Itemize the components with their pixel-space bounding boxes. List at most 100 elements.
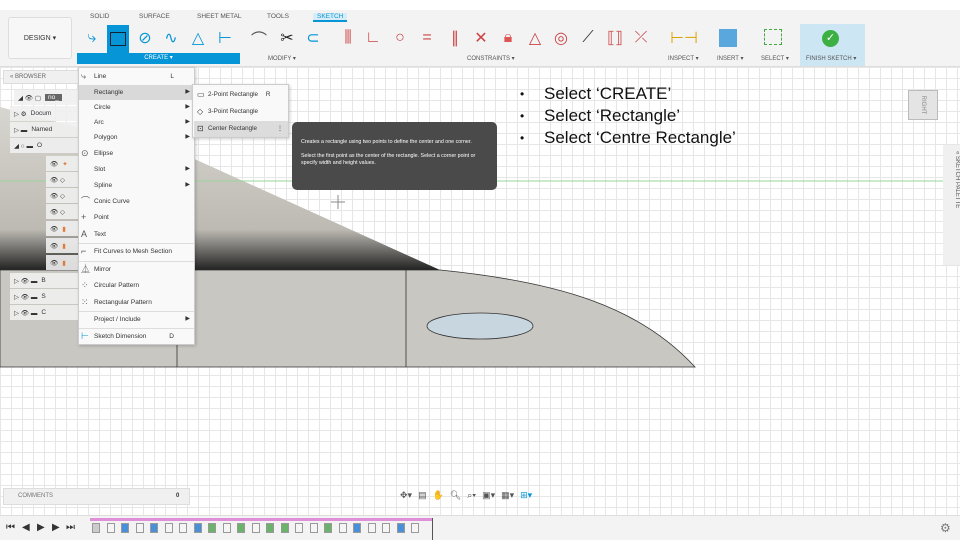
menu-item-ellipse[interactable]: ⊙ Ellipse <box>79 146 194 161</box>
menu-item-2-point-rectangle[interactable]: ▭ 2-Point Rectangle R <box>194 87 288 103</box>
timeline-feature-icon[interactable] <box>193 523 202 533</box>
browser-row-sketch[interactable]: 👁 ▮ <box>46 238 78 253</box>
timeline-feature-icon[interactable] <box>411 523 419 533</box>
look-at-icon[interactable]: ▤ <box>418 490 427 501</box>
timeline-feature-icon[interactable] <box>106 523 115 533</box>
menu-item-spline[interactable]: Spline ▶ <box>79 178 194 193</box>
spline-tool-icon[interactable]: ∿ <box>160 27 182 49</box>
offset-icon[interactable]: ⊂ <box>302 27 324 49</box>
timeline-feature-icon[interactable] <box>338 523 347 533</box>
timeline-feature-icon[interactable] <box>251 523 260 533</box>
menu-item-center-rectangle[interactable]: ⊡ Center Rectangle ⋮ <box>194 121 288 137</box>
go-to-end-icon[interactable]: ⏭ <box>66 522 75 533</box>
orbit-icon[interactable]: ✥▾ <box>400 490 412 501</box>
menu-item-conic-curve[interactable]: ⌒ Conic Curve <box>79 194 194 209</box>
menu-item-line[interactable]: ⤷ Line L <box>79 69 194 84</box>
create-dropdown[interactable]: CREATE ▾ <box>77 53 240 64</box>
timeline-feature-icon[interactable] <box>396 523 405 533</box>
timeline-feature-icon[interactable] <box>382 523 390 533</box>
timeline-feature-icon[interactable] <box>353 523 361 533</box>
symmetry-icon[interactable]: ⟦⟧ <box>604 27 626 49</box>
menu-item-arc[interactable]: Arc ▶ <box>79 115 194 130</box>
step-back-icon[interactable]: ◀ <box>22 522 30 533</box>
timeline-feature-icon[interactable] <box>295 523 303 533</box>
inspect-dropdown[interactable]: INSPECT ▾ <box>668 55 699 62</box>
comments-panel[interactable]: COMMENTS 0 <box>3 488 190 505</box>
parallel-icon[interactable]: ∥ <box>444 27 466 49</box>
menu-item-rectangle[interactable]: Rectangle ▶ <box>79 85 194 100</box>
browser-row-plane[interactable]: 👁 ◇ <box>46 188 78 203</box>
zoom-icon[interactable]: 🔍︎ <box>450 490 461 501</box>
menu-item-text[interactable]: A Text <box>79 227 194 242</box>
timeline-feature-icon[interactable] <box>266 523 274 533</box>
insert-dropdown[interactable]: INSERT ▾ <box>717 55 743 62</box>
browser-row-construction[interactable]: ▷ 👁 ▬ C <box>10 305 80 320</box>
view-cube[interactable]: RIGHT <box>908 90 938 120</box>
fit-icon[interactable]: ⌕▾ <box>467 490 476 501</box>
menu-item-mirror[interactable]: ⏅ Mirror <box>79 262 194 277</box>
timeline-feature-icon[interactable] <box>280 523 289 533</box>
midpoint-icon[interactable]: ⟋ <box>577 27 599 49</box>
menu-item-rectangular-pattern[interactable]: ⁙ Rectangular Pattern <box>79 295 194 310</box>
modify-dropdown[interactable]: MODIFY ▾ <box>268 55 296 62</box>
select-window-icon[interactable] <box>764 29 782 45</box>
tab-sketch[interactable]: SKETCH <box>313 13 348 22</box>
menu-item-point[interactable]: + Point <box>79 210 194 225</box>
viewports-icon[interactable]: ⊞▾ <box>520 490 532 501</box>
tab-solid[interactable]: SOLID <box>90 13 110 20</box>
timeline-feature-icon[interactable] <box>222 523 231 533</box>
constraints-dropdown[interactable]: CONSTRAINTS ▾ <box>467 55 515 62</box>
browser-row-named-views[interactable]: ▷ ▬ Named <box>10 122 80 137</box>
timeline-feature-icon[interactable] <box>179 523 187 533</box>
sketch-palette-tab[interactable]: « SKETCH PALETTE <box>943 145 960 265</box>
timeline-feature-icon[interactable] <box>92 523 100 533</box>
browser-row-plane[interactable]: 👁 ◇ <box>46 204 78 219</box>
timeline-feature-icon[interactable] <box>164 523 173 533</box>
menu-item-project-include[interactable]: Project / Include ▶ <box>79 312 194 327</box>
timeline-feature-icon[interactable] <box>135 523 144 533</box>
tangent-icon[interactable]: ○ <box>389 27 411 49</box>
lock-icon[interactable]: 🔒︎ <box>497 27 519 49</box>
measure-icon[interactable]: ⊢⊣ <box>670 27 698 49</box>
browser-row-sketch[interactable]: 👁 ▮ <box>46 221 78 236</box>
timeline-track[interactable] <box>90 518 433 521</box>
timeline-feature-icon[interactable] <box>309 523 318 533</box>
more-options-icon[interactable]: ⋮ <box>277 121 283 137</box>
circle-tool-icon[interactable]: ⊘ <box>134 27 156 49</box>
display-settings-icon[interactable]: ▣▾ <box>482 490 495 501</box>
finish-sketch-button[interactable]: ✓ FINISH SKETCH ▾ <box>800 24 865 66</box>
browser-row-bodies[interactable]: ▷ 👁 ▬ B <box>10 273 80 288</box>
browser-row-plane[interactable]: 👁 ◇ <box>46 172 78 187</box>
equal-icon[interactable]: = <box>416 27 438 49</box>
timeline-feature-icon[interactable] <box>367 523 376 533</box>
menu-item-circular-pattern[interactable]: ⁘ Circular Pattern <box>79 278 194 293</box>
perpendicular-icon[interactable]: ∟ <box>362 27 384 49</box>
timeline-marker[interactable] <box>432 518 433 540</box>
step-forward-icon[interactable]: ▶ <box>52 522 60 533</box>
timeline-feature-icon[interactable] <box>208 523 216 533</box>
tab-sheet-metal[interactable]: SHEET METAL <box>197 13 242 20</box>
tab-tools[interactable]: TOOLS <box>267 13 289 20</box>
browser-row-document-settings[interactable]: ▷ ⚙ Docum <box>10 106 80 121</box>
line-tool-icon[interactable]: ⤷ <box>81 27 103 49</box>
browser-row-origin[interactable]: ◢ ○ ▬ O <box>10 138 80 153</box>
menu-item-3-point-rectangle[interactable]: ◇ 3-Point Rectangle <box>194 104 288 120</box>
browser-row-sketch[interactable]: 👁 ▮ <box>46 255 78 270</box>
settings-gear-icon[interactable]: ⚙ <box>940 521 951 535</box>
rectangle-tool-icon[interactable] <box>107 25 129 53</box>
dimension-tool-icon[interactable]: ⊢ <box>214 27 236 49</box>
menu-item-sketch-dimension[interactable]: ⊢ Sketch Dimension D <box>79 329 194 344</box>
trim-scissors-icon[interactable]: ✂ <box>276 27 298 49</box>
tab-surface[interactable]: SURFACE <box>139 13 170 20</box>
fix-constraint-icon[interactable]: ⫼ <box>337 27 359 49</box>
workspace-dropdown[interactable]: DESIGN ▾ <box>8 17 72 59</box>
browser-row-sketches[interactable]: ▷ 👁 ▬ S <box>10 289 80 304</box>
fillet-icon[interactable]: ⌒ <box>248 27 270 49</box>
pan-hand-icon[interactable]: ✋ <box>433 490 444 501</box>
triangle-constraint-icon[interactable]: △ <box>524 27 546 49</box>
menu-item-polygon[interactable]: Polygon ▶ <box>79 130 194 145</box>
timeline-feature-icon[interactable] <box>324 523 332 533</box>
go-to-start-icon[interactable]: ⏮ <box>6 522 15 533</box>
play-icon[interactable]: ▶ <box>37 522 45 533</box>
menu-item-circle[interactable]: Circle ▶ <box>79 100 194 115</box>
